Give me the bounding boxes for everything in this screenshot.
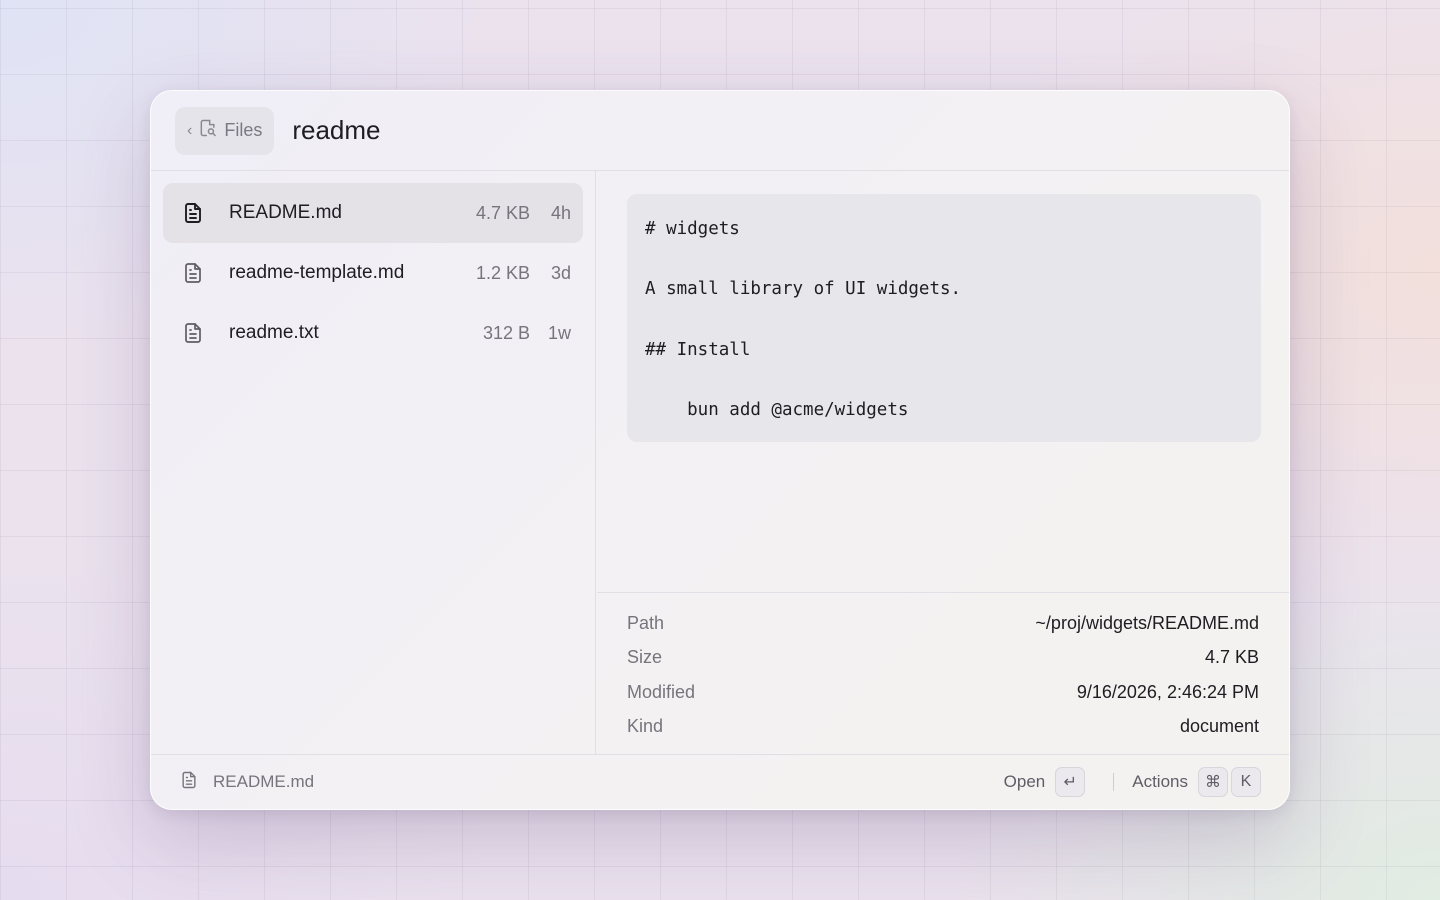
return-key-icon: ↵ xyxy=(1055,767,1086,797)
metadata-key: Kind xyxy=(627,716,664,737)
file-search-icon xyxy=(198,118,218,143)
metadata-key: Size xyxy=(627,647,663,668)
result-name: readme.txt xyxy=(229,322,319,343)
result-size: 4.7 KB xyxy=(475,202,530,223)
metadata-key: Modified xyxy=(627,681,696,702)
metadata-value: 9/16/2026, 2:46:24 PM xyxy=(1076,681,1259,702)
back-chip-label: Files xyxy=(224,120,263,140)
metadata-row: Kind document xyxy=(627,710,1259,745)
metadata-value: ~/proj/widgets/README.md xyxy=(1035,612,1259,633)
result-age: 1w xyxy=(547,322,571,343)
actions-label: Actions xyxy=(1132,772,1188,791)
file-text-icon xyxy=(179,259,207,287)
result-size: 1.2 KB xyxy=(475,262,530,283)
file-preview-content: # widgets A small library of UI widgets.… xyxy=(627,194,1261,442)
k-key: K xyxy=(1231,767,1261,797)
metadata-row: Size 4.7 KB xyxy=(627,641,1259,676)
chevron-left-icon: ‹ xyxy=(187,121,193,139)
preview-pane: # widgets A small library of UI widgets.… xyxy=(597,171,1289,593)
result-item[interactable]: readme-template.md 1.2 KB 3d xyxy=(163,243,583,303)
actions-menu-button[interactable]: Actions ⌘ K xyxy=(1132,767,1261,797)
result-name: readme-template.md xyxy=(229,262,405,283)
metadata-value: document xyxy=(1179,716,1259,737)
launcher-window: ‹ Files README.md 4 xyxy=(150,90,1290,810)
metadata-row: Path ~/proj/widgets/README.md xyxy=(627,606,1259,641)
result-name: README.md xyxy=(229,202,342,223)
metadata-key: Path xyxy=(627,612,665,633)
metadata-row: Modified 9/16/2026, 2:46:24 PM xyxy=(627,675,1259,710)
result-size: 312 B xyxy=(482,322,530,343)
metadata-value: 4.7 KB xyxy=(1204,647,1259,668)
file-text-icon xyxy=(179,319,207,347)
file-text-icon xyxy=(179,199,207,227)
back-to-files-button[interactable]: ‹ Files xyxy=(175,106,275,155)
file-text-icon xyxy=(179,770,199,795)
results-list: README.md 4.7 KB 4h readme-template.md 1… xyxy=(151,171,596,754)
search-input[interactable] xyxy=(292,115,893,146)
result-age: 4h xyxy=(550,202,571,223)
command-key-icon: ⌘ xyxy=(1198,767,1228,797)
result-item[interactable]: README.md 4.7 KB 4h xyxy=(163,183,583,243)
footer-divider xyxy=(1113,773,1115,791)
result-age: 3d xyxy=(550,262,571,283)
open-action-label: Open xyxy=(1003,772,1046,791)
open-action-button[interactable]: Open ↵ xyxy=(1004,767,1086,797)
search-header: ‹ Files xyxy=(151,91,1289,171)
footer-selected-file: README.md xyxy=(213,772,315,791)
footer-bar: README.md Open ↵ Actions ⌘ K xyxy=(151,754,1289,809)
metadata-panel: Path ~/proj/widgets/README.md Size 4.7 K… xyxy=(597,606,1289,744)
result-item[interactable]: readme.txt 312 B 1w xyxy=(163,303,583,363)
